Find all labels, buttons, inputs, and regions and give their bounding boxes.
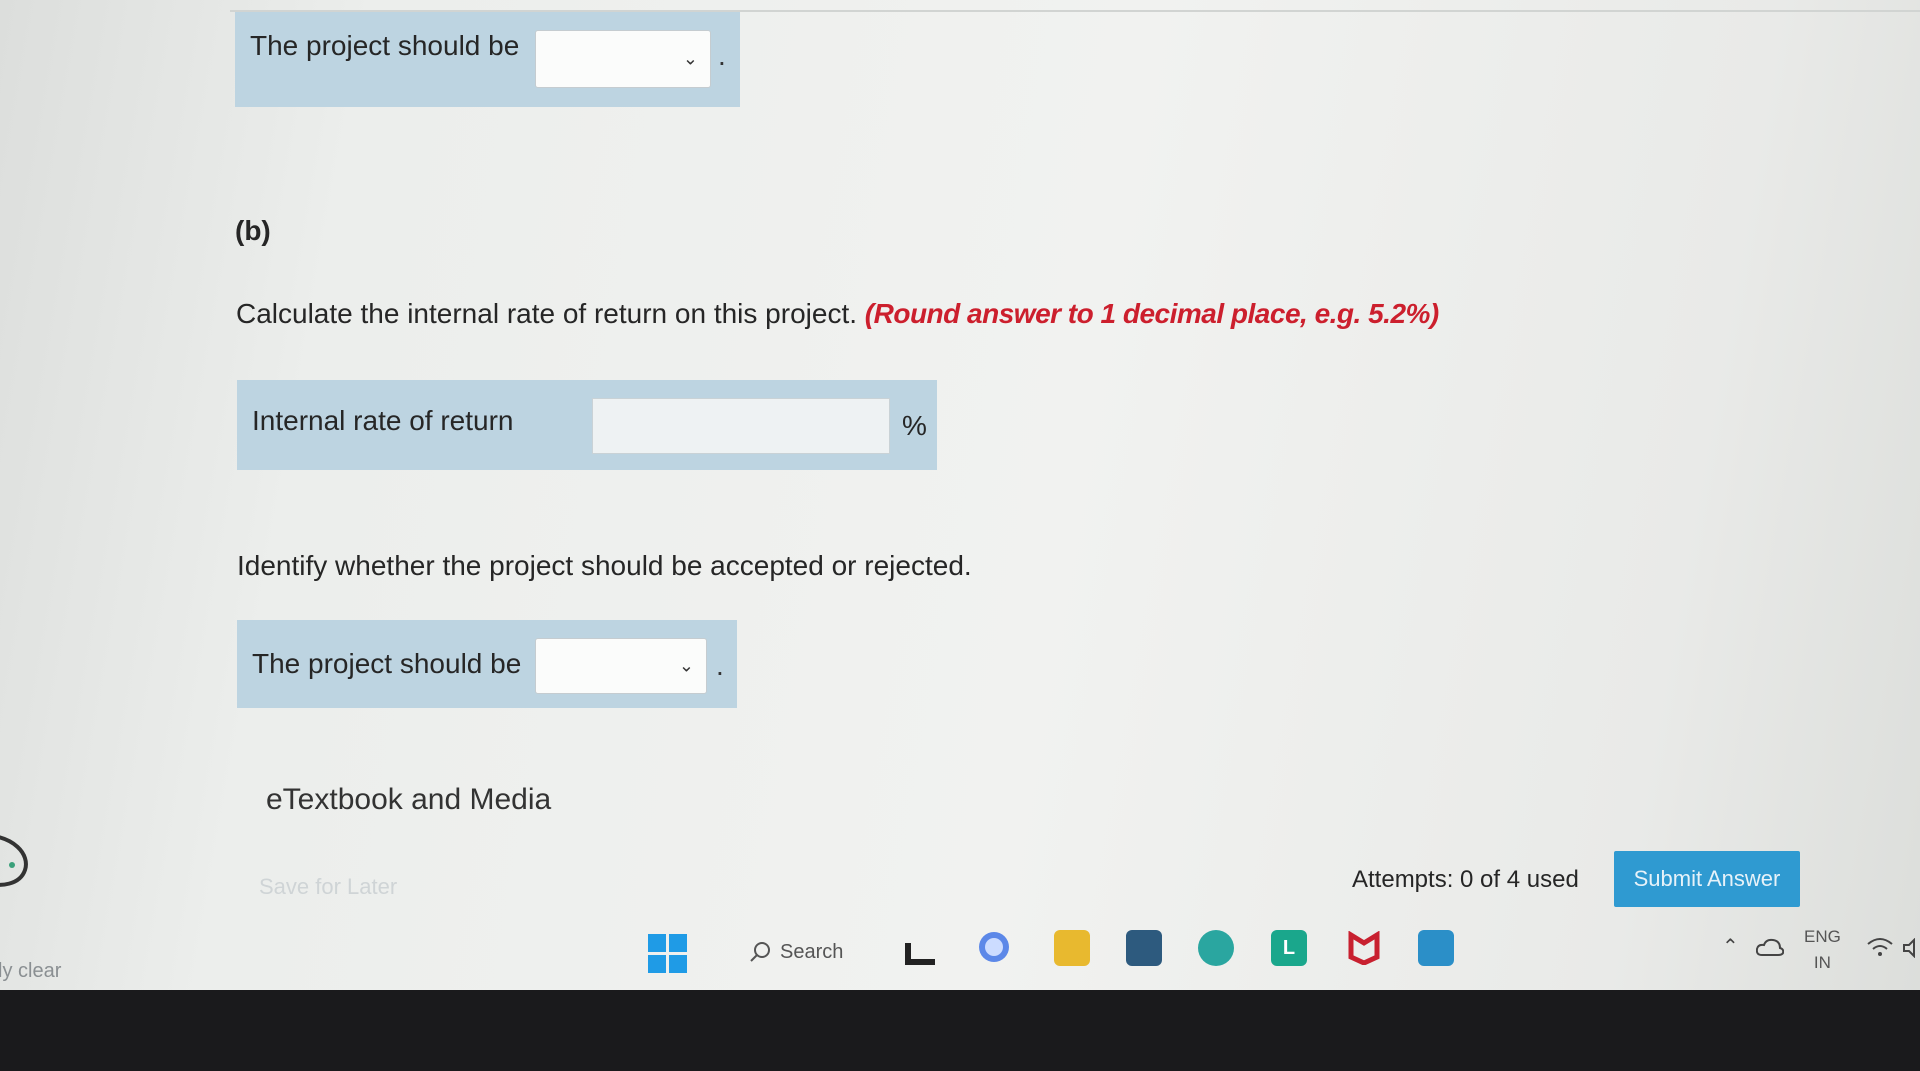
- task-view-icon[interactable]: [905, 938, 935, 968]
- submit-answer-button[interactable]: Submit Answer: [1614, 851, 1800, 907]
- wifi-icon[interactable]: [1866, 936, 1894, 958]
- attempts-counter: Attempts: 0 of 4 used: [1352, 866, 1579, 893]
- lang-secondary: IN: [1813, 953, 1831, 972]
- rounding-note: (Round answer to 1 decimal place, e.g. 5…: [864, 298, 1439, 329]
- language-indicator[interactable]: ENG IN: [1804, 924, 1841, 976]
- sentence-period: .: [718, 40, 726, 71]
- irr-label: Internal rate of return: [252, 405, 514, 436]
- edge-browser-icon[interactable]: [1198, 930, 1234, 966]
- select-label-b: The project should be: [252, 648, 522, 679]
- irr-input[interactable]: [592, 398, 890, 454]
- question-page: The project should be ⌄ . (b) Calculate …: [0, 0, 1920, 990]
- weather-text: ly clear: [0, 960, 62, 982]
- etextbook-link[interactable]: eTextbook and Media: [266, 783, 551, 817]
- search-icon: [750, 942, 770, 962]
- part-heading: (b): [235, 215, 271, 246]
- sentence-period: .: [716, 650, 724, 681]
- app-icon[interactable]: [1418, 930, 1454, 966]
- project-decision-select-b[interactable]: ⌄: [535, 638, 707, 694]
- chevron-down-icon: ⌄: [678, 655, 694, 676]
- file-explorer-icon[interactable]: [1054, 930, 1090, 966]
- windows-start-icon[interactable]: [648, 934, 688, 974]
- volume-icon[interactable]: [1902, 938, 1920, 958]
- taskbar-search[interactable]: Search: [748, 940, 843, 964]
- question-text: Calculate the internal rate of return on…: [236, 298, 1439, 330]
- chevron-up-icon[interactable]: ⌃: [1722, 934, 1739, 959]
- percent-unit: %: [902, 410, 927, 441]
- cloud-icon[interactable]: [1756, 937, 1784, 957]
- search-label: Search: [780, 940, 844, 963]
- mcafee-icon[interactable]: [1346, 930, 1382, 966]
- chevron-down-icon: ⌄: [682, 48, 698, 69]
- question-main: Calculate the internal rate of return on…: [236, 298, 858, 329]
- monitor-bezel: [0, 990, 1920, 1071]
- launcher-icon[interactable]: L: [1271, 930, 1307, 966]
- project-decision-select-a[interactable]: ⌄: [535, 30, 711, 88]
- taskbar: [0, 908, 1920, 990]
- select-label-a: The project should be: [250, 30, 520, 61]
- refresh-icon: [0, 835, 28, 887]
- save-for-later-button[interactable]: Save for Later: [259, 874, 397, 900]
- chat-icon[interactable]: [976, 930, 1012, 966]
- store-icon[interactable]: [1126, 930, 1162, 966]
- identify-text: Identify whether the project should be a…: [237, 550, 972, 581]
- lang-primary: ENG: [1804, 927, 1841, 946]
